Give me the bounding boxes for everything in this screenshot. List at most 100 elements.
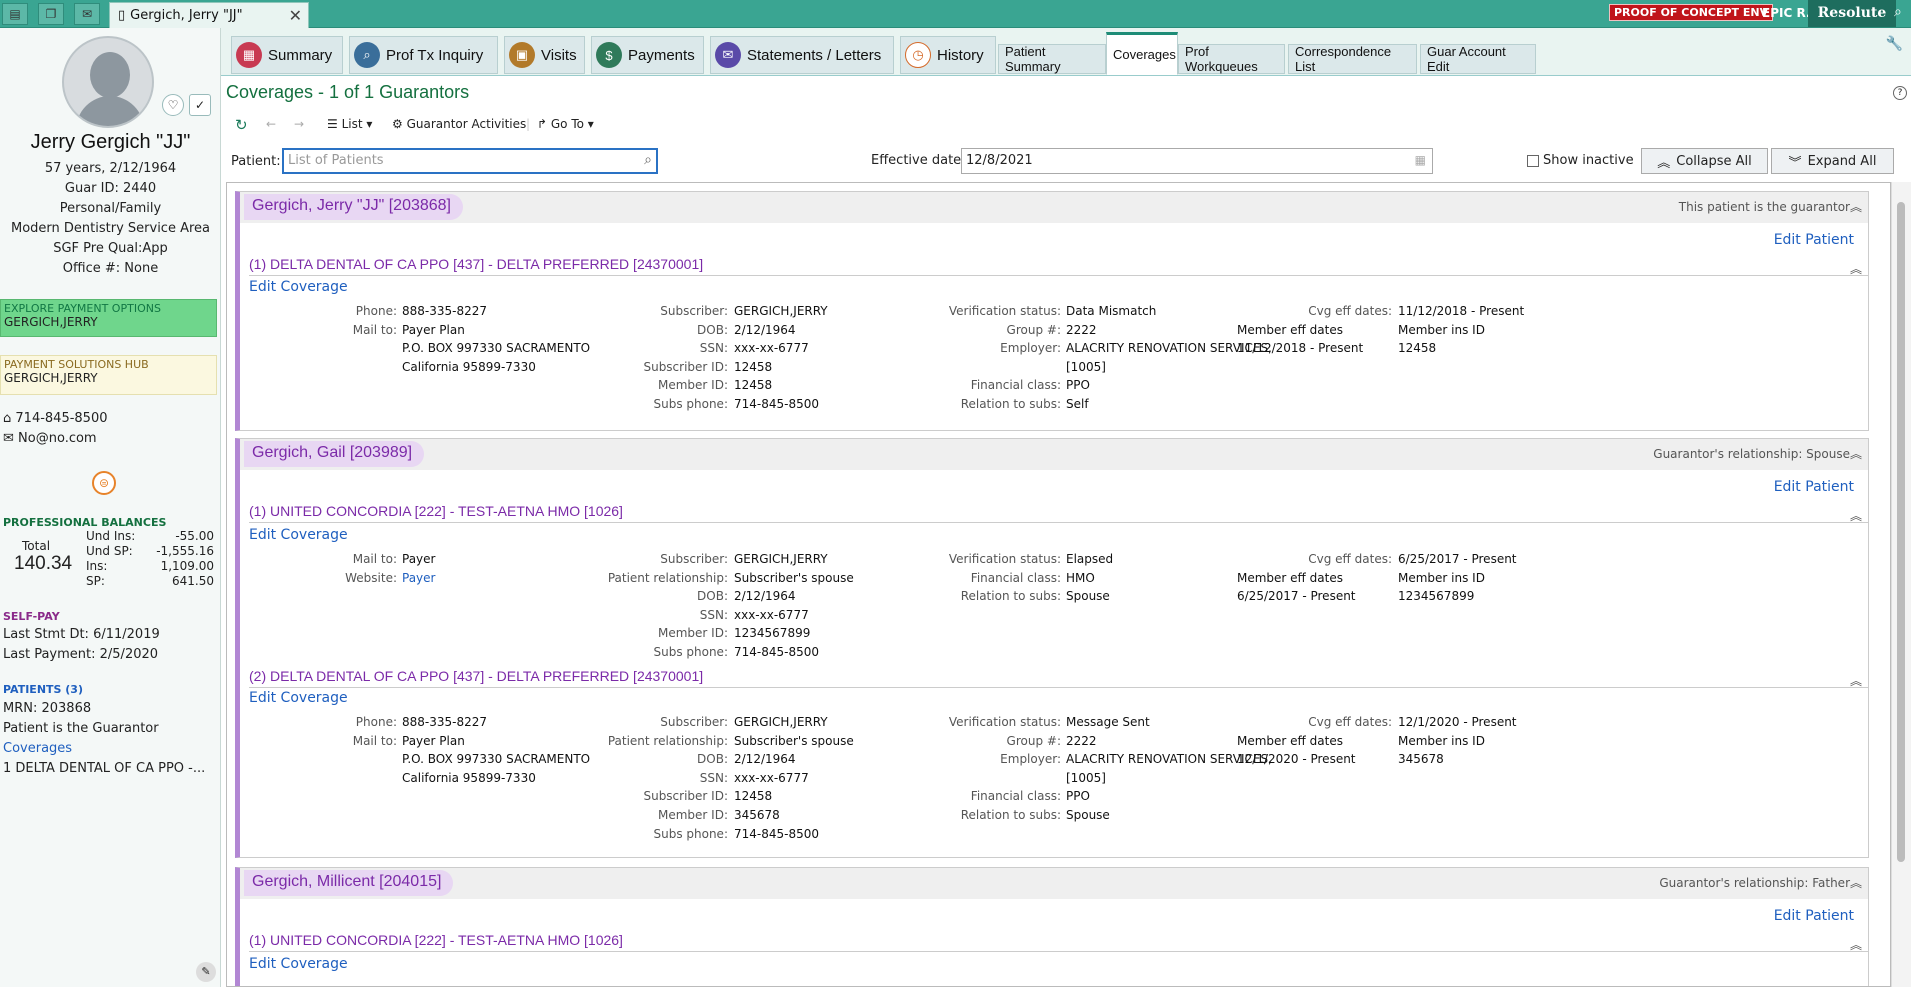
balance-row: SP: 641.50 <box>86 574 214 588</box>
patient-label: Patient: <box>231 154 281 169</box>
field-value: xxx-xx-6777 <box>734 770 809 785</box>
field-value: PPO <box>1066 789 1090 804</box>
go-to-button[interactable]: ↱ Go To ▾ <box>537 117 594 131</box>
patient-section-header[interactable]: Gergich, Jerry "JJ" [203868] This patien… <box>240 192 1868 223</box>
refresh-icon[interactable]: ↻ <box>235 116 248 134</box>
last-statement-date: Last Stmt Dt: 6/11/2019 <box>3 627 160 642</box>
windows-icon[interactable]: ❐ <box>38 3 64 25</box>
tab-patient-summary[interactable]: Patient Summary <box>998 44 1106 74</box>
office-number: Office #: None <box>62 261 159 276</box>
edit-patient-link[interactable]: Edit Patient <box>1774 232 1854 248</box>
field-label: 11/12/2018 - Present <box>1237 341 1364 356</box>
field-value: Subscriber's spouse <box>734 733 854 748</box>
balance-value: 641.50 <box>172 574 214 588</box>
field-value: 6/25/2017 - Present <box>1398 552 1517 566</box>
patient-tab-icon: ▯ <box>118 8 126 23</box>
field-label: Group #: <box>1006 733 1061 748</box>
home-icon[interactable]: ▤ <box>2 3 28 25</box>
envelope-icon: ✉ <box>3 431 14 446</box>
tab-coverages[interactable]: Coverages <box>1106 32 1178 75</box>
forward-arrow-icon[interactable]: → <box>294 117 304 131</box>
tab-correspondence-list[interactable]: Correspondence List <box>1288 44 1417 74</box>
wrench-icon[interactable]: 🔧 <box>1886 36 1903 52</box>
patients-heading[interactable]: PATIENTS (3) <box>3 683 83 696</box>
collapse-chevron-icon[interactable]: ︽ <box>1850 198 1862 215</box>
field-label: Financial class: <box>970 789 1061 804</box>
patient-section-name: Gergich, Jerry "JJ" [203868] <box>244 194 463 220</box>
inbox-icon[interactable]: ✉ <box>74 3 100 25</box>
search-icon[interactable]: ⌕ <box>644 152 652 168</box>
balance-value: 1,109.00 <box>160 559 214 573</box>
field-value: 2/12/1964 <box>734 322 796 337</box>
field-value: Member ins ID <box>1398 733 1485 748</box>
search-icon[interactable]: ⌕ <box>1894 4 1902 20</box>
balance-label: SP: <box>86 574 105 588</box>
expand-all-button[interactable]: ︾ Expand All <box>1771 148 1894 174</box>
payment-solutions-hub[interactable]: PAYMENT SOLUTIONS HUB GERGICH,JERRY <box>0 355 217 395</box>
close-icon[interactable]: ✕ <box>289 6 302 25</box>
field-label: DOB: <box>697 322 728 337</box>
activities-icon: ⚙ <box>392 117 407 131</box>
edit-patient-link[interactable]: Edit Patient <box>1774 479 1854 495</box>
tab-label: Visits <box>541 46 577 64</box>
field-value: Payer <box>402 552 436 566</box>
collapse-chevron-icon[interactable]: ︽ <box>1850 672 1862 689</box>
scrollbar-thumb[interactable] <box>1897 202 1905 862</box>
collapse-chevron-icon[interactable]: ︽ <box>1850 445 1862 462</box>
field-label: Cvg eff dates: <box>1308 552 1392 566</box>
user-name[interactable]: EPIC R. <box>1762 6 1810 20</box>
third-party-liability-icon[interactable]: ⊜ <box>92 471 116 495</box>
vertical-scrollbar[interactable] <box>1891 182 1911 987</box>
list-button[interactable]: ☰ List ▾ <box>327 117 372 131</box>
effective-date-input[interactable]: 12/8/2021 ▦ <box>961 148 1433 174</box>
tab-history[interactable]: ◷ History <box>900 36 996 74</box>
back-arrow-icon[interactable]: ← <box>266 117 276 131</box>
collapse-chevron-icon[interactable]: ︽ <box>1850 874 1862 891</box>
collapse-chevron-icon[interactable]: ︽ <box>1850 507 1862 524</box>
tab-prof-workqueues[interactable]: Prof Workqueues <box>1178 44 1285 74</box>
tab-prof-tx-inquiry[interactable]: ⌕ Prof Tx Inquiry <box>349 36 498 74</box>
field-label: Relation to subs: <box>960 589 1061 604</box>
collapse-all-button[interactable]: ︽ Collapse All <box>1641 148 1768 174</box>
collapse-icon: ︽ <box>1657 155 1671 171</box>
balance-row: Und SP: -1,555.16 <box>86 544 214 558</box>
field-label: DOB: <box>697 589 728 604</box>
coverage-list-item[interactable]: 1 DELTA DENTAL OF CA PPO -... <box>3 761 205 776</box>
show-inactive-checkbox[interactable]: Show inactive <box>1527 153 1634 168</box>
patient-workspace-tab[interactable]: ▯ Gergich, Jerry "JJ" ✕ <box>109 2 309 28</box>
field-label: Member eff dates <box>1237 322 1343 337</box>
check-icon[interactable]: ✓ <box>189 94 211 116</box>
edit-coverage-link[interactable]: Edit Coverage <box>249 690 348 706</box>
tooth-icon[interactable]: ♡ <box>162 94 184 116</box>
patient-section: Gergich, Gail [203989] Guarantor's relat… <box>235 438 1869 858</box>
guarantor-relationship: This patient is the guarantor <box>1678 200 1850 214</box>
field-value: 345678 <box>734 808 780 822</box>
edit-patient-link[interactable]: Edit Patient <box>1774 908 1854 924</box>
edit-coverage-link[interactable]: Edit Coverage <box>249 956 348 972</box>
collapse-chevron-icon[interactable]: ︽ <box>1850 936 1862 953</box>
guarantor-activities-button[interactable]: ⚙ Guarantor Activities <box>392 117 526 131</box>
help-icon[interactable]: ? <box>1893 86 1907 100</box>
edit-coverage-link[interactable]: Edit Coverage <box>249 527 348 543</box>
inquiry-icon: ⌕ <box>354 42 380 68</box>
calendar-icon[interactable]: ▦ <box>1415 153 1426 167</box>
coverages-link[interactable]: Coverages <box>3 741 72 756</box>
patient-section-header[interactable]: Gergich, Gail [203989] Guarantor's relat… <box>240 439 1868 470</box>
field-label: Cvg eff dates: <box>1308 304 1392 318</box>
patient-section-header[interactable]: Gergich, Millicent [204015] Guarantor's … <box>240 868 1868 899</box>
tab-visits[interactable]: ▣ Visits <box>504 36 585 74</box>
explore-payment-options[interactable]: EXPLORE PAYMENT OPTIONS GERGICH,JERRY <box>0 299 217 337</box>
field-value: 888-335-8227 <box>402 715 488 729</box>
edit-pencil-icon[interactable]: ✎ <box>196 962 216 982</box>
tab-guar-account-edit[interactable]: Guar Account Edit <box>1420 44 1536 74</box>
checkbox[interactable] <box>1527 154 1539 167</box>
collapse-chevron-icon[interactable]: ︽ <box>1850 260 1862 277</box>
patient-search-input[interactable]: List of Patients ⌕ <box>282 148 658 174</box>
patient-name: Jerry Gergich "JJ" <box>30 131 191 153</box>
tab-payments[interactable]: $ Payments <box>591 36 704 74</box>
field-value: xxx-xx-6777 <box>734 341 809 356</box>
edit-coverage-link[interactable]: Edit Coverage <box>249 279 348 295</box>
tab-statements-letters[interactable]: ✉ Statements / Letters <box>710 36 894 74</box>
tab-summary[interactable]: ▦ Summary <box>231 36 343 74</box>
field-value[interactable]: Payer <box>402 569 435 588</box>
